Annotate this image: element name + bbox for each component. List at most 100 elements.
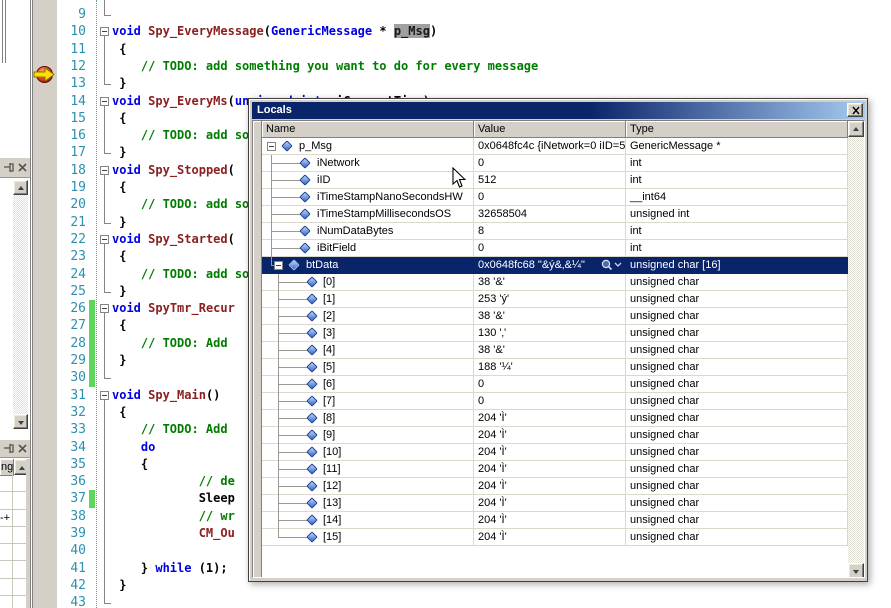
panel-grid-row[interactable] <box>0 562 26 579</box>
code-line[interactable]: { <box>112 317 126 334</box>
locals-row[interactable]: [15]204 'Ì'unsigned char <box>262 529 848 546</box>
locals-row[interactable]: iBitField0int <box>262 240 848 257</box>
code-line[interactable]: { <box>112 248 126 265</box>
pushpin-icon[interactable] <box>2 442 15 455</box>
close-icon[interactable] <box>16 161 29 174</box>
value-cell[interactable]: 8 <box>474 223 626 240</box>
close-icon[interactable] <box>16 442 29 455</box>
value-cell[interactable]: 188 '¼' <box>474 359 626 376</box>
panel-titlebar[interactable] <box>0 440 30 458</box>
locals-row[interactable]: [13]204 'Ì'unsigned char <box>262 495 848 512</box>
code-line[interactable]: // TODO: add something you want to do fo… <box>112 58 538 75</box>
locals-row[interactable]: [9]204 'Ì'unsigned char <box>262 427 848 444</box>
value-cell[interactable]: 32658504 <box>474 206 626 223</box>
value-cell[interactable]: 130 '‚' <box>474 325 626 342</box>
code-line[interactable]: { <box>112 404 126 421</box>
code-line[interactable]: void Spy_Started( <box>112 231 235 248</box>
value-cell[interactable]: 204 'Ì' <box>474 444 626 461</box>
scrollbar-track[interactable] <box>848 137 864 563</box>
locals-row[interactable]: [14]204 'Ì'unsigned char <box>262 512 848 529</box>
locals-row[interactable]: iNetwork0int <box>262 155 848 172</box>
code-line[interactable]: // TODO: add so <box>112 196 249 213</box>
locals-row[interactable]: [11]204 'Ì'unsigned char <box>262 461 848 478</box>
code-line[interactable]: do <box>112 439 155 456</box>
value-cell[interactable]: 0x0648fc4c {iNetwork=0 iID=5 <box>474 138 626 155</box>
value-cell[interactable]: 204 'Ì' <box>474 495 626 512</box>
value-cell[interactable]: 38 '&' <box>474 274 626 291</box>
code-line[interactable]: // TODO: add so <box>112 127 249 144</box>
code-line[interactable]: void Spy_Main() <box>112 387 220 404</box>
value-cell[interactable]: 0 <box>474 393 626 410</box>
fold-collapse-icon[interactable] <box>100 391 109 400</box>
code-line[interactable]: // TODO: Add <box>112 421 235 438</box>
value-cell[interactable]: 204 'Ì' <box>474 427 626 444</box>
locals-row[interactable]: [0]38 '&'unsigned char <box>262 274 848 291</box>
code-line[interactable]: void SpyTmr_Recur <box>112 300 235 317</box>
value-cell[interactable]: 38 '&' <box>474 342 626 359</box>
value-cell[interactable]: 38 '&' <box>474 308 626 325</box>
expander-minus-icon[interactable] <box>267 142 276 151</box>
panel-grid-row[interactable] <box>0 544 26 561</box>
code-line[interactable]: { <box>112 179 126 196</box>
panel-grid-row[interactable] <box>0 527 26 544</box>
code-line[interactable]: } <box>112 283 126 300</box>
locals-row[interactable]: [5]188 '¼'unsigned char <box>262 359 848 376</box>
code-line[interactable]: // de <box>112 473 235 490</box>
code-line[interactable]: // TODO: Add <box>112 335 235 352</box>
panel-grid-row[interactable] <box>0 596 26 608</box>
panel-grid-row[interactable] <box>0 475 26 492</box>
locals-row[interactable]: [12]204 'Ì'unsigned char <box>262 478 848 495</box>
expander-minus-icon[interactable] <box>274 261 283 270</box>
locals-row[interactable]: [10]204 'Ì'unsigned char <box>262 444 848 461</box>
fold-collapse-icon[interactable] <box>100 166 109 175</box>
value-cell[interactable]: 0 <box>474 155 626 172</box>
panel-grid-row[interactable] <box>0 579 26 596</box>
close-icon[interactable] <box>847 103 863 117</box>
value-cell[interactable]: 204 'Ì' <box>474 529 626 546</box>
locals-titlebar[interactable]: Locals <box>252 102 865 119</box>
pushpin-icon[interactable] <box>2 161 15 174</box>
value-cell[interactable]: 0 <box>474 376 626 393</box>
locals-row[interactable]: btData0x0648fc68 "&ý&‚&¼"unsigned char [… <box>262 257 848 274</box>
value-cell[interactable]: 512 <box>474 172 626 189</box>
code-line[interactable]: Sleep <box>112 490 235 507</box>
column-header-type[interactable]: Type <box>626 121 848 138</box>
code-line[interactable]: } while (1); <box>112 560 228 577</box>
scroll-up-button[interactable] <box>13 180 28 195</box>
fold-collapse-icon[interactable] <box>100 235 109 244</box>
magnifier-icon[interactable] <box>599 258 623 272</box>
locals-row[interactable]: iTimeStampMillisecondsOS32658504unsigned… <box>262 206 848 223</box>
locals-row[interactable]: p_Msg0x0648fc4c {iNetwork=0 iID=5Generic… <box>262 138 848 155</box>
locals-row[interactable]: [7]0unsigned char <box>262 393 848 410</box>
column-header-name[interactable]: Name <box>262 121 474 138</box>
locals-row[interactable]: [4]38 '&'unsigned char <box>262 342 848 359</box>
locals-row[interactable]: [6]0unsigned char <box>262 376 848 393</box>
code-line[interactable]: } <box>112 352 126 369</box>
code-line[interactable]: void Spy_Stopped( <box>112 162 235 179</box>
locals-row[interactable]: [8]204 'Ì'unsigned char <box>262 410 848 427</box>
value-cell[interactable]: 0 <box>474 240 626 257</box>
scroll-down-button[interactable] <box>13 414 28 429</box>
value-cell[interactable]: 253 'ý' <box>474 291 626 308</box>
column-header-value[interactable]: Value <box>474 121 626 138</box>
locals-scrollbar[interactable] <box>848 121 865 578</box>
code-line[interactable]: } <box>112 214 126 231</box>
locals-row[interactable]: [2]38 '&'unsigned char <box>262 308 848 325</box>
column-header[interactable]: ngi <box>0 459 14 476</box>
code-line[interactable]: { <box>112 41 126 58</box>
code-line[interactable]: CM_Ou <box>112 525 235 542</box>
locals-row[interactable]: [3]130 '‚'unsigned char <box>262 325 848 342</box>
panel-titlebar[interactable] <box>0 158 30 178</box>
value-cell[interactable]: 204 'Ì' <box>474 512 626 529</box>
fold-collapse-icon[interactable] <box>100 304 109 313</box>
scroll-down-button[interactable] <box>848 563 864 578</box>
code-line[interactable]: { <box>112 456 148 473</box>
scroll-up-button[interactable] <box>848 121 864 137</box>
code-line[interactable]: } <box>112 144 126 161</box>
value-cell[interactable]: 204 'Ì' <box>474 478 626 495</box>
code-line[interactable]: } <box>112 577 126 594</box>
fold-collapse-icon[interactable] <box>100 27 109 36</box>
code-line[interactable]: void Spy_EveryMessage(GenericMessage * p… <box>112 23 437 40</box>
fold-collapse-icon[interactable] <box>100 97 109 106</box>
code-line[interactable]: } <box>112 75 126 92</box>
